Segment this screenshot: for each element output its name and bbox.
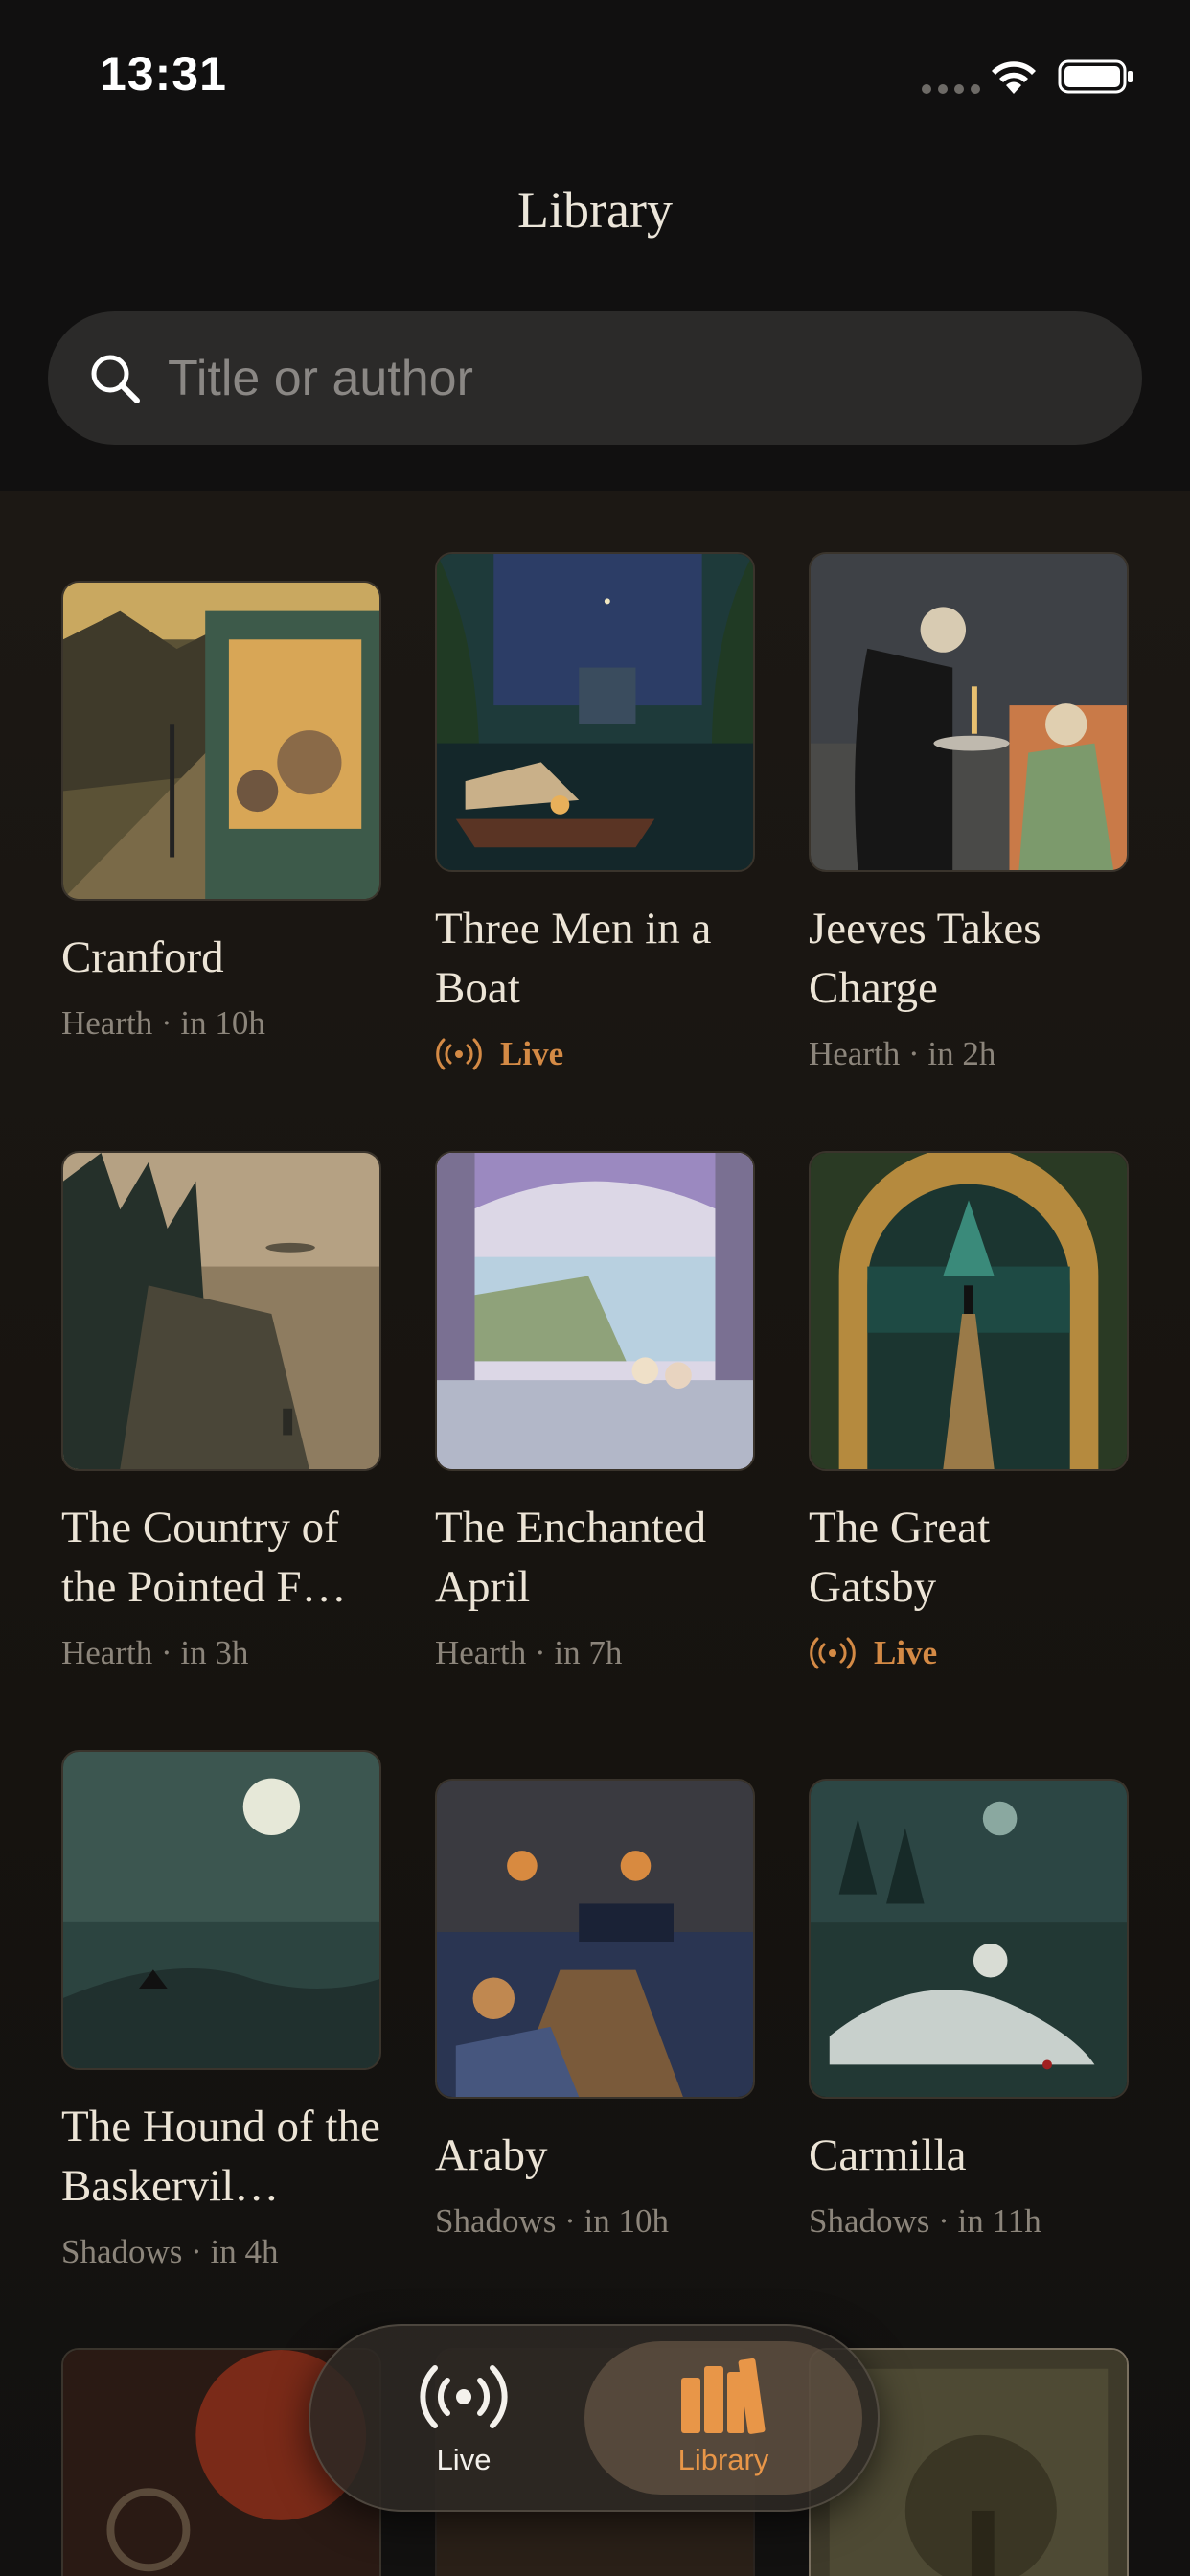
book-cover (61, 1151, 381, 1471)
book-card[interactable]: The Enchanted April Hearth · in 7h (435, 1151, 755, 1676)
book-card[interactable]: Three Men in a Boat Live (435, 552, 755, 1077)
search-input[interactable] (168, 340, 1107, 417)
search-icon (91, 355, 140, 403)
books-icon (681, 2358, 766, 2434)
book-cover (435, 1151, 755, 1471)
book-title: Jeeves Takes Charge (809, 904, 1041, 1013)
book-meta: Hearth · in 10h (61, 1004, 265, 1042)
book-title: Three Men in a Boat (435, 904, 712, 1013)
book-card[interactable]: Carmilla Shadows · in 11h (809, 1779, 1129, 2244)
book-cover (435, 1779, 755, 2099)
tab-library[interactable]: Library (584, 2341, 862, 2495)
book-meta: Hearth · in 2h (809, 1035, 996, 1072)
status-time: 13:31 (100, 47, 227, 101)
tab-bar: Live Library (309, 2324, 880, 2512)
book-title: The Enchanted April (435, 1503, 707, 1612)
book-card[interactable]: The Hound of the Baskervil… Shadows · in… (61, 1750, 381, 2275)
book-card[interactable]: The Country of the Pointed F… Hearth · i… (61, 1151, 381, 1676)
book-card[interactable]: Cranford Hearth · in 10h (61, 581, 381, 1046)
book-cover (809, 1151, 1129, 1471)
book-meta: Shadows · in 11h (809, 2202, 1041, 2240)
live-indicator: Live (435, 1031, 755, 1077)
page-title: Library (517, 181, 673, 239)
header: Library (0, 144, 1190, 491)
wifi-icon (992, 61, 1036, 94)
broadcast-icon (810, 1637, 856, 1669)
search-bar[interactable] (48, 311, 1142, 445)
tab-live[interactable]: Live (349, 2341, 579, 2495)
tab-live-label: Live (436, 2443, 492, 2476)
live-label: Live (500, 1035, 564, 1072)
tab-library-label: Library (677, 2443, 769, 2476)
book-meta: Hearth · in 3h (61, 1634, 249, 1671)
book-card[interactable]: Jeeves Takes Charge Hearth · in 2h (809, 552, 1129, 1077)
book-meta: Shadows · in 10h (435, 2202, 670, 2240)
book-card[interactable]: The Great Gatsby Live (809, 1151, 1129, 1676)
book-meta: Shadows · in 4h (61, 2233, 279, 2270)
live-label: Live (874, 1634, 938, 1671)
book-title: The Hound of the Baskervil… (61, 2102, 380, 2211)
book-cover (435, 552, 755, 872)
book-cover (61, 581, 381, 901)
status-bar: 13:31 (0, 0, 1190, 144)
book-grid: Cranford Hearth · in 10h Three Men in a … (0, 491, 1190, 2576)
book-title: The Great Gatsby (809, 1503, 991, 1612)
book-title: The Country of the Pointed F… (61, 1503, 347, 1612)
book-title: Cranford (61, 932, 224, 982)
book-cover (61, 1750, 381, 2070)
cellular-signal-icon (922, 84, 980, 94)
book-cover (809, 552, 1129, 872)
battery-icon (1058, 59, 1133, 94)
book-title: Carmilla (809, 2130, 967, 2180)
book-title: Araby (435, 2130, 548, 2180)
book-meta: Hearth · in 7h (435, 1634, 623, 1671)
live-indicator: Live (809, 1630, 1129, 1676)
broadcast-icon (420, 2365, 508, 2428)
broadcast-icon (436, 1038, 482, 1070)
book-card[interactable]: Araby Shadows · in 10h (435, 1779, 755, 2244)
book-cover (809, 1779, 1129, 2099)
